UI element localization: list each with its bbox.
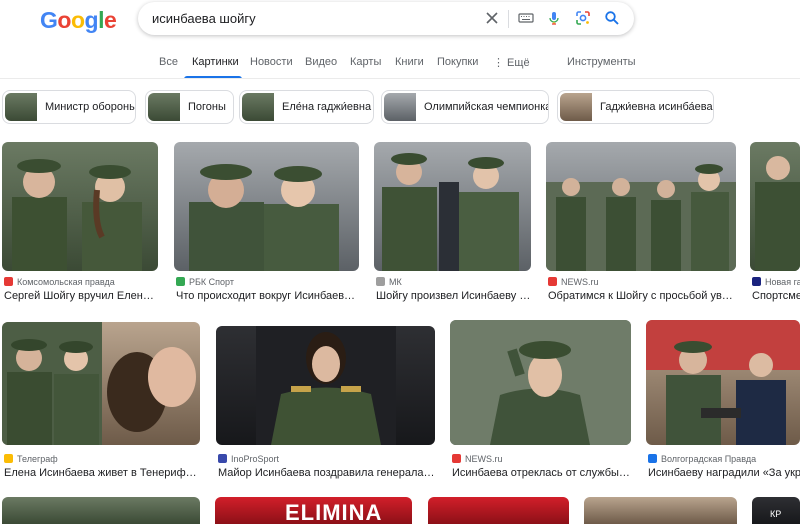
result-image[interactable] [450,320,631,445]
result-title[interactable]: Исинбаева отреклась от службы в... [452,467,631,479]
source-name: InoProSport [231,454,280,464]
chip-thumbnail [148,93,180,121]
source-favicon [452,454,461,463]
source-favicon [218,454,227,463]
chip-label: Гаджи́евна исинба́ева [600,101,713,113]
chip-gadzhievna-isinbaeva[interactable]: Гаджи́евна исинба́ева [557,90,714,124]
result-title[interactable]: Шойгу произвел Исинбаеву в ... [376,290,531,302]
result-image[interactable] [750,142,800,271]
microphone-icon[interactable] [546,10,562,26]
result-title[interactable]: Что происходит вокруг Исинбаевой ... [176,290,359,302]
result-image[interactable] [428,497,569,524]
source-favicon [648,454,657,463]
chip-thumbnail [384,93,416,121]
result-image[interactable] [646,320,800,445]
tools-button[interactable]: Инструменты [567,56,636,68]
result-image[interactable] [374,142,531,271]
source-name: Волгоградская Правда [661,454,757,464]
chip-thumbnail [5,93,37,121]
chip-label: Олимпийская чемпионка [424,101,549,113]
result-title[interactable]: Майор Исинбаева поздравила генерала ... [218,467,435,479]
header-divider [0,78,800,79]
source-favicon [176,277,185,286]
search-divider [508,10,509,28]
tab-maps[interactable]: Карты [350,56,381,68]
tab-news[interactable]: Новости [250,56,293,68]
tab-video[interactable]: Видео [305,56,337,68]
source-name: Комсомольская правда [17,277,115,287]
source-favicon [4,277,13,286]
result-title[interactable]: Обратимся к Шойгу с просьбой уво... [548,290,736,302]
chip-thumbnail [560,93,592,121]
source-name: NEWS.ru [561,277,599,287]
result-title[interactable]: Спортсме [752,290,800,302]
tab-books[interactable]: Книги [395,56,424,68]
source-favicon [376,277,385,286]
chip-elena-gadzhievna[interactable]: Еле́на гаджи́евна [239,90,374,124]
keyboard-icon[interactable] [518,10,534,26]
result-image[interactable]: ELIMINA [215,497,412,524]
result-image[interactable] [546,142,736,271]
search-input[interactable]: исинбаева шойгу [152,11,256,26]
chip-label: Погоны [188,101,226,113]
google-logo[interactable]: Google [40,7,117,34]
image-overlay-text: КР [770,509,782,519]
result-title[interactable]: Сергей Шойгу вручил Елене ... [4,290,158,302]
result-image[interactable] [174,142,359,271]
clear-icon[interactable] [484,10,500,26]
tab-images[interactable]: Картинки [192,56,239,68]
chip-label: Еле́на гаджи́евна [282,101,372,113]
result-image[interactable] [584,497,737,524]
image-overlay-text: ELIMINA [285,500,383,524]
chip-thumbnail [242,93,274,121]
result-image[interactable] [2,142,158,271]
result-image[interactable]: КР [752,497,800,524]
source-name: МК [389,277,402,287]
source-name: Телеграф [17,454,58,464]
search-box[interactable]: исинбаева шойгу [138,2,634,35]
search-tabs: Все Картинки Новости Видео Карты Книги П… [0,52,800,79]
tab-all[interactable]: Все [159,56,178,68]
lens-camera-icon[interactable] [575,10,591,26]
search-icon[interactable] [604,10,620,26]
result-image[interactable] [2,322,200,445]
source-name: Новая газ [765,277,800,287]
chip-shoulder-straps[interactable]: Погоны [145,90,234,124]
source-name: РБК Спорт [189,277,234,287]
chip-olympic-champion[interactable]: Олимпийская чемпионка [381,90,549,124]
result-title[interactable]: Исинбаеву наградили «За укреп [648,467,800,479]
source-name: NEWS.ru [465,454,503,464]
result-image[interactable] [2,497,200,524]
chip-label: Министр обороны [45,101,136,113]
tab-shopping[interactable]: Покупки [437,56,478,68]
result-image[interactable] [216,326,435,445]
result-title[interactable]: Елена Исинбаева живет в Тенерифе -... [4,467,200,479]
source-favicon [548,277,557,286]
source-favicon [4,454,13,463]
source-favicon [752,277,761,286]
chip-minister-of-defense[interactable]: Министр обороны [2,90,136,124]
tab-more[interactable]: ⋮ Ещё [493,56,530,69]
